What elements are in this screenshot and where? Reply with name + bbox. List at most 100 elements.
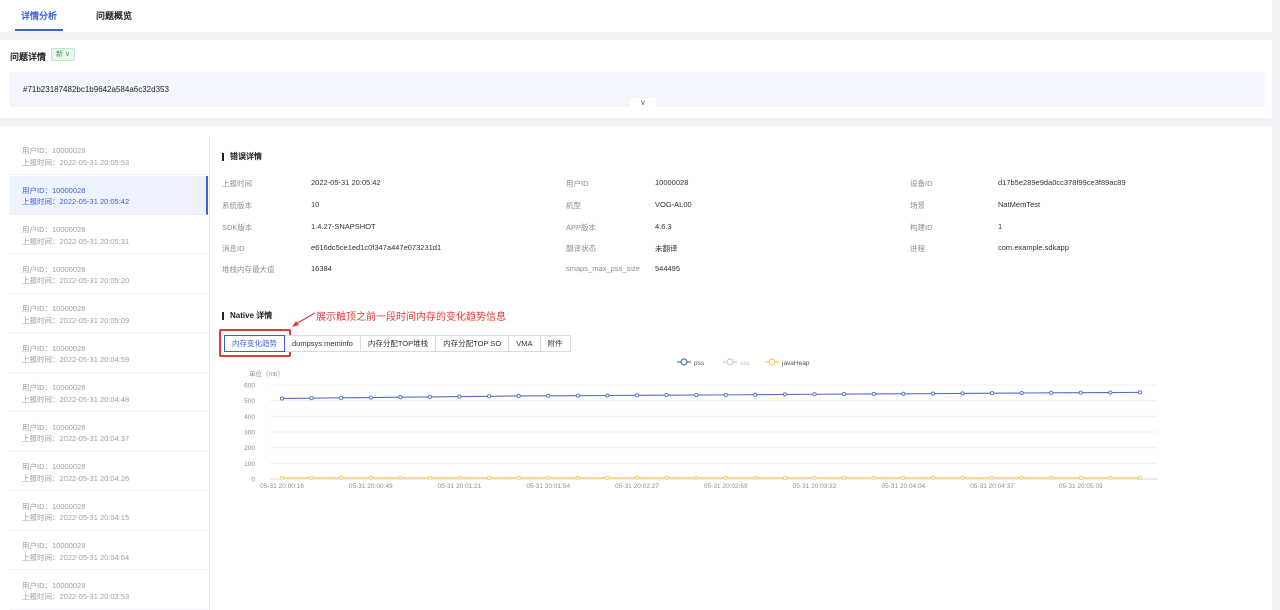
tab-detail-analysis[interactable]: 详情分析 [21, 9, 57, 22]
data-point-pss [1078, 390, 1083, 395]
y-axis-label: 单位（mb） [249, 369, 284, 378]
smaps-value: 544495 [655, 264, 681, 273]
report-item[interactable]: 用户ID：10000028 上报时间：2022-05-31 20:04:04 [10, 531, 208, 570]
y-tick-label: 600 [244, 383, 255, 390]
x-tick-label: 05-31 20:01:21 [438, 483, 482, 490]
status-label: 新 [56, 51, 63, 58]
annotation-text: 展示触顶之前一段时间内存的变化趋势信息 [316, 312, 506, 323]
model-value: VOG-AL00 [655, 200, 692, 209]
report-item[interactable]: 用户ID：10000028 上报时间：2022-05-31 20:05:42 [10, 175, 208, 215]
data-point-javaHeap [871, 475, 876, 480]
report-item[interactable]: 用户ID：10000028 上报时间：2022-05-31 20:04:15 [10, 492, 208, 531]
scene-label: 场景 [910, 201, 925, 210]
user-id-label: 用户ID [566, 179, 589, 188]
data-point-javaHeap [368, 475, 373, 480]
data-point-javaHeap [1137, 475, 1143, 480]
data-point-pss [575, 393, 580, 398]
data-point-javaHeap [812, 475, 817, 480]
report-item[interactable]: 用户ID：10000028 上报时间：2022-05-31 20:05:09 [10, 294, 208, 333]
device-id-value: d17b5e289e9da0cc378f99ce3f89ac89 [998, 178, 1126, 187]
subtab-attachments[interactable]: 附件 [540, 335, 571, 352]
native-subtabs: 内存变化趋势 dumpsys meminfo 内存分配TOP堆栈 内存分配TOP… [224, 335, 571, 352]
report-user-id: 用户ID：10000028 [22, 225, 86, 234]
error-detail-title: 错误详情 [222, 153, 262, 161]
series-line-pss [281, 391, 1141, 400]
sdk-version-label: SDK版本 [222, 223, 253, 232]
active-tab-indicator [15, 29, 63, 31]
report-item[interactable]: 用户ID：10000028 上报时间：2022-05-31 20:03:53 [10, 571, 208, 610]
x-tick-label: 05-31 20:01:54 [526, 483, 570, 490]
report-item[interactable]: 用户ID：10000028 上报时间：2022-05-31 20:04:37 [10, 413, 208, 452]
data-point-pss [990, 391, 995, 396]
report-time: 上报时间：2022-05-31 20:04:26 [22, 473, 130, 483]
data-point-javaHeap [901, 475, 906, 480]
detail-pane: 错误详情 上报时间 2022-05-31 20:05:42 用户ID 10000… [210, 126, 1272, 610]
data-point-pss [901, 391, 906, 396]
report-time: 上报时间：2022-05-31 20:05:09 [22, 315, 130, 325]
data-point-javaHeap [339, 475, 344, 480]
data-point-javaHeap [782, 475, 788, 480]
status-dropdown[interactable]: 新 ∨ [51, 48, 76, 61]
subtab-vma[interactable]: VMA [509, 335, 541, 352]
x-tick-label: 05-31 20:00:49 [349, 483, 393, 490]
data-point-pss [842, 392, 847, 397]
data-point-pss [427, 394, 432, 399]
report-item[interactable]: 用户ID：10000028 上报时间：2022-05-31 20:04:26 [10, 452, 208, 491]
data-point-pss [398, 395, 403, 400]
x-tick-label: 05-31 20:04:37 [970, 483, 1014, 490]
chevron-down-icon: ∨ [640, 98, 646, 107]
report-user-id: 用户ID：10000028 [22, 343, 86, 353]
data-point-javaHeap [457, 475, 462, 480]
x-tick-label: 05-31 20:03:32 [793, 483, 837, 490]
report-time: 上报时间：2022-05-31 20:04:48 [22, 394, 130, 404]
top-tab-bar: 详情分析 问题概览 [0, 0, 1272, 32]
data-point-pss [516, 393, 521, 399]
data-point-javaHeap [516, 475, 521, 480]
report-user-id: 用户ID：10000028 [22, 185, 86, 195]
report-user-id: 用户ID：10000028 [22, 304, 86, 313]
annotation-arrow-icon [292, 312, 316, 327]
data-point-pss [960, 391, 965, 396]
issue-hash: #71b23187482bc1b9642a584a6c32d353 [23, 85, 169, 94]
report-item[interactable]: 用户ID：10000028 上报时间：2022-05-31 20:05:53 [10, 136, 208, 175]
user-id-value: 10000028 [655, 178, 689, 187]
legend-swatch-marker [768, 358, 776, 366]
y-tick-label: 500 [244, 398, 255, 405]
heap-max-label: 堆栈内存最大值 [222, 265, 275, 274]
build-id-label: 构建ID [910, 223, 933, 232]
model-label: 机型 [566, 201, 581, 210]
report-time: 上报时间：2022-05-31 20:05:31 [22, 236, 130, 246]
report-item[interactable]: 用户ID：10000028 上报时间：2022-05-31 20:04:59 [10, 334, 208, 373]
legend-swatch-marker [680, 358, 688, 366]
subtab-memory-trend[interactable]: 内存变化趋势 [224, 335, 285, 352]
data-point-pss [723, 392, 728, 397]
legend-label-vss: vss [740, 360, 751, 367]
report-item[interactable]: 用户ID：10000028 上报时间：2022-05-31 20:05:31 [10, 215, 208, 254]
data-point-pss [871, 391, 876, 396]
y-tick-label: 200 [244, 445, 255, 452]
expand-button[interactable]: ∨ [630, 98, 656, 108]
report-time: 上报时间：2022-05-31 20:03:53 [22, 592, 130, 601]
report-list[interactable]: 用户ID：10000028 上报时间：2022-05-31 20:05:53 用户I… [10, 136, 210, 610]
process-label: 进程 [910, 244, 925, 253]
data-point-javaHeap [842, 475, 847, 480]
subtab-alloc-top-so[interactable]: 内存分配TOP SO [436, 335, 510, 352]
data-point-javaHeap [279, 475, 285, 480]
data-point-javaHeap [1108, 475, 1113, 480]
data-point-javaHeap [427, 475, 432, 480]
data-point-pss [279, 396, 285, 401]
data-point-pss [1137, 390, 1143, 395]
report-user-id: 用户ID：10000028 [22, 501, 86, 511]
tab-issue-overview[interactable]: 问题概览 [96, 9, 132, 22]
legend-label-javaHeap: javaHeap [781, 360, 810, 367]
subtab-dumpsys-meminfo[interactable]: dumpsys meminfo [285, 335, 361, 352]
data-point-pss [368, 395, 373, 400]
data-point-javaHeap [309, 475, 314, 480]
report-item[interactable]: 用户ID：10000028 上报时间：2022-05-31 20:05:20 [10, 255, 208, 294]
data-point-javaHeap [1049, 475, 1054, 480]
report-item[interactable]: 用户ID：10000028 上报时间：2022-05-31 20:04:48 [10, 373, 208, 412]
native-detail-title: Native 详情 [222, 312, 272, 320]
chevron-down-icon: ∨ [64, 51, 71, 58]
y-tick-label: 100 [244, 461, 255, 468]
subtab-alloc-top-stack[interactable]: 内存分配TOP堆栈 [360, 335, 437, 352]
